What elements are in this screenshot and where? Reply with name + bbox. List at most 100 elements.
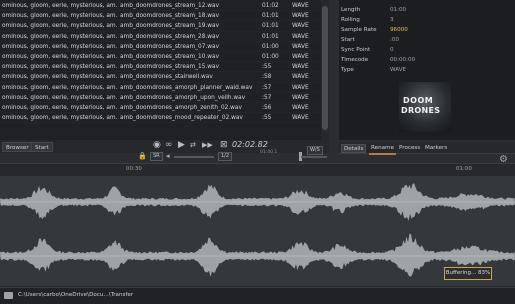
file-format: WAVE bbox=[292, 94, 309, 101]
loop-icon[interactable]: ∞ bbox=[165, 141, 173, 150]
file-duration: 01:01 bbox=[262, 33, 279, 40]
file-tags: ominous, gloom, eerie, mysterious, am... bbox=[2, 64, 118, 71]
file-duration: :56 bbox=[262, 104, 272, 111]
info-key: Length bbox=[341, 7, 361, 13]
tab-process[interactable]: Process bbox=[397, 144, 422, 153]
ws-button[interactable]: W/S bbox=[307, 146, 323, 155]
file-format: WAVE bbox=[292, 115, 309, 122]
tab-details[interactable]: Details bbox=[341, 144, 367, 153]
info-value: :00 bbox=[390, 37, 400, 43]
file-format: WAVE bbox=[292, 33, 309, 40]
scrollbar-thumb[interactable] bbox=[322, 6, 328, 130]
play-icon[interactable]: ▶ bbox=[178, 141, 185, 150]
file-tags: ominous, gloom, eerie, mysterious, am... bbox=[2, 74, 118, 81]
buffering-indicator: Buffering... 83% bbox=[444, 267, 492, 280]
file-row[interactable]: ominous, gloom, eerie, mysterious, am...… bbox=[0, 21, 321, 32]
file-duration: :55 bbox=[262, 115, 272, 122]
info-value: 96000 bbox=[390, 27, 408, 33]
file-duration: 01:00 bbox=[262, 43, 279, 50]
file-duration: :55 bbox=[262, 64, 272, 71]
file-duration: 01:02 bbox=[262, 3, 279, 9]
file-format: WAVE bbox=[292, 13, 309, 20]
volume-icon[interactable]: ◂ bbox=[166, 152, 170, 161]
loop-count-badge[interactable]: 1/2 bbox=[218, 152, 233, 161]
record-icon[interactable]: ◉ bbox=[153, 141, 161, 150]
file-list-scrollbar[interactable] bbox=[321, 0, 329, 140]
sample-rate-badge[interactable]: SR bbox=[150, 152, 163, 161]
file-tags: ominous, gloom, eerie, mysterious, am... bbox=[2, 104, 118, 111]
file-name: amb_doomdrones_stairwell.wav bbox=[120, 74, 213, 81]
details-panel: DOOM DRONES Length 01:00 Rolling 3 Sample Ra… bbox=[339, 0, 515, 140]
album-art: DOOM DRONES bbox=[399, 82, 451, 132]
file-tags: ominous, gloom, eerie, mysterious, am... bbox=[2, 33, 118, 40]
file-row[interactable]: ominous, gloom, eerie, mysterious, am...… bbox=[0, 32, 321, 42]
pitch-slider[interactable] bbox=[301, 156, 327, 158]
file-format: WAVE bbox=[292, 43, 309, 50]
file-name: amb_doomdrones_stream_07.wav bbox=[120, 43, 219, 50]
browser-button[interactable]: Browser bbox=[2, 142, 33, 152]
info-value: 01:00 bbox=[390, 7, 407, 13]
info-key: Start bbox=[341, 37, 355, 43]
file-format: WAVE bbox=[292, 74, 309, 81]
info-row: Rolling 3 bbox=[341, 16, 511, 25]
file-name: amb_doomdrones_amorph_upon_veilh.wav bbox=[120, 94, 246, 101]
lock-icon[interactable]: 🔒 bbox=[138, 152, 147, 161]
file-format: WAVE bbox=[292, 64, 309, 71]
cue-icon[interactable]: ⊠ bbox=[220, 141, 228, 150]
waveform-graphic bbox=[0, 183, 515, 277]
info-row: Start :00 bbox=[341, 36, 511, 45]
status-bar: C:\Users\carbo\OneDrive\Docu...\Transfer bbox=[0, 287, 515, 304]
volume-slider[interactable] bbox=[174, 156, 214, 158]
file-browser-panel: ominous, gloom, eerie, mysterious, am...… bbox=[0, 0, 329, 140]
info-row: Sample Rate 96000 bbox=[341, 26, 511, 35]
file-tags: ominous, gloom, eerie, mysterious, am... bbox=[2, 84, 118, 91]
file-format: WAVE bbox=[292, 84, 309, 91]
file-name: amb_doomdrones_stream_15.wav bbox=[120, 64, 219, 71]
file-tags: ominous, gloom, eerie, mysterious, am... bbox=[2, 3, 118, 9]
info-value: 0 bbox=[390, 47, 394, 53]
file-tags: ominous, gloom, eerie, mysterious, am... bbox=[2, 23, 118, 30]
file-row[interactable]: ominous, gloom, eerie, mysterious, am...… bbox=[0, 52, 321, 63]
file-name: amb_doomdrones_stream_10.wav bbox=[120, 53, 219, 60]
file-row[interactable]: ominous, gloom, eerie, mysterious, am...… bbox=[0, 93, 321, 103]
file-duration: :58 bbox=[262, 74, 272, 81]
tab-underline bbox=[369, 153, 396, 155]
skip-icon[interactable]: ▶▶ bbox=[202, 141, 213, 150]
timeline-ruler[interactable]: 00:30 01:00 bbox=[0, 163, 515, 176]
file-row[interactable]: ominous, gloom, eerie, mysterious, am...… bbox=[0, 11, 321, 22]
file-row[interactable]: ominous, gloom, eerie, mysterious, am...… bbox=[0, 62, 321, 73]
info-row: Type WAVE bbox=[341, 66, 511, 75]
file-name: amb_doomdrones_amorph_planner_wald.wav bbox=[120, 84, 253, 91]
file-duration: 01:01 bbox=[262, 13, 279, 20]
info-key: Sample Rate bbox=[341, 27, 377, 33]
file-tags: ominous, gloom, eerie, mysterious, am... bbox=[2, 13, 118, 20]
file-duration: 01:00 bbox=[262, 53, 279, 60]
info-value: WAVE bbox=[390, 67, 407, 73]
folder-icon[interactable] bbox=[4, 292, 13, 299]
start-button[interactable]: Start bbox=[31, 142, 53, 152]
file-name: amb_doomdrones_stream_12.wav bbox=[120, 3, 219, 9]
file-name: amb_doomdrones_mood_repeater_02.wav bbox=[120, 115, 243, 122]
forward-icon[interactable]: ⇄ bbox=[190, 141, 196, 150]
info-row: Timecode 00:00:00 bbox=[341, 56, 511, 65]
file-tags: ominous, gloom, eerie, mysterious, am... bbox=[2, 94, 118, 101]
file-row[interactable]: ominous, gloom, eerie, mysterious, am...… bbox=[0, 42, 321, 52]
file-row[interactable]: ominous, gloom, eerie, mysterious, am...… bbox=[0, 1, 321, 12]
file-format: WAVE bbox=[292, 3, 309, 9]
current-path: C:\Users\carbo\OneDrive\Docu...\Transfer bbox=[18, 292, 134, 298]
ruler-label: 01:00 bbox=[456, 166, 472, 172]
tab-rename[interactable]: Rename bbox=[369, 144, 396, 155]
file-duration: :57 bbox=[262, 84, 272, 91]
tab-markers[interactable]: Markers bbox=[423, 144, 449, 153]
info-key: Rolling bbox=[341, 17, 360, 23]
info-row: Length 01:00 bbox=[341, 6, 511, 15]
file-row[interactable]: ominous, gloom, eerie, mysterious, am...… bbox=[0, 72, 321, 83]
file-row[interactable]: ominous, gloom, eerie, mysterious, am...… bbox=[0, 113, 321, 124]
file-row[interactable]: ominous, gloom, eerie, mysterious, am...… bbox=[0, 83, 321, 93]
waveform-view[interactable] bbox=[0, 176, 515, 286]
info-row: Sync Point 0 bbox=[341, 46, 511, 55]
file-duration: 01:01 bbox=[262, 23, 279, 30]
file-row[interactable]: ominous, gloom, eerie, mysterious, am...… bbox=[0, 103, 321, 114]
file-tags: ominous, gloom, eerie, mysterious, am... bbox=[2, 115, 118, 122]
waveform-channel bbox=[0, 233, 515, 277]
